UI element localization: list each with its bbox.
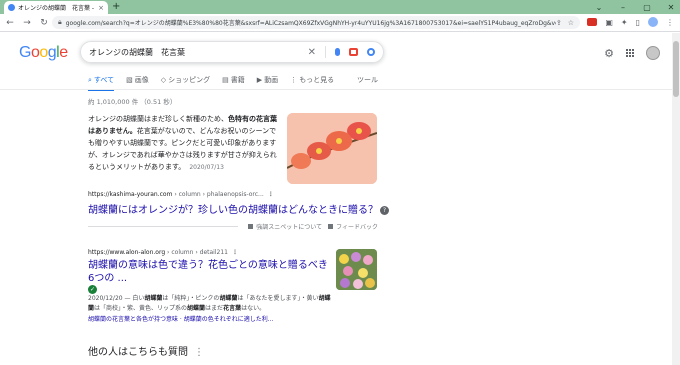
clear-icon[interactable]: ✕ xyxy=(308,47,316,58)
result-description: 2020/12/20 — 白い胡蝶蘭は「純粋」・ピンクの胡蝶蘭は「あなたを愛しま… xyxy=(88,295,331,312)
more-options-icon[interactable]: ⋮ xyxy=(232,249,238,256)
divider xyxy=(325,46,326,58)
scrollbar[interactable] xyxy=(672,33,680,365)
orchid-thumbnail-image[interactable] xyxy=(336,249,377,290)
tab-shopping[interactable]: ◇ ショッピング xyxy=(161,75,210,85)
video-icon: ▶ xyxy=(256,76,263,84)
bookmark-star-icon[interactable]: ☆ xyxy=(568,19,574,27)
window-controls: ⌄ – ▢ ✕ xyxy=(594,0,676,14)
forward-icon[interactable]: → xyxy=(20,18,34,28)
book-icon: ▤ xyxy=(222,76,229,84)
search-tabs: ⌕ すべて ▧ 画像 ◇ ショッピング ▤ 書籍 ▶ 動画 ⋮ もっと見る xyxy=(88,75,334,91)
browser-toolbar: ← → ↻ 🔒︎ google.com/search?q=オレンジの胡蝶蘭%E3… xyxy=(0,14,680,32)
account-avatar[interactable] xyxy=(646,46,660,60)
maximize-button[interactable]: ▢ xyxy=(642,3,652,12)
search-box[interactable]: オレンジの胡蝶蘭 花言葉 ✕ xyxy=(80,41,384,63)
minimize-button[interactable]: – xyxy=(618,3,628,12)
divider xyxy=(0,89,672,90)
share-icon[interactable]: ⇪ xyxy=(556,19,562,27)
people-also-ask-heading: 他の人はこちらも質問 ⋮ xyxy=(88,347,204,358)
scrollbar-thumb[interactable] xyxy=(673,41,679,97)
reload-icon[interactable]: ↻ xyxy=(37,18,51,28)
result-sitelinks[interactable]: 胡蝶蘭の花言葉と各色が持つ意味 · 胡蝶蘭の色それぞれに適した利... xyxy=(88,314,273,323)
chrome-menu-icon[interactable]: ⋮ xyxy=(666,18,674,27)
extension-icon[interactable]: ▣ xyxy=(605,18,613,27)
more-options-icon[interactable]: ⋮ xyxy=(194,347,204,358)
result-url[interactable]: https://www.alon-alon.org › column › det… xyxy=(88,249,238,256)
featured-snippet-text: オレンジの胡蝶蘭はまだ珍しく新種のため、色特有の花言葉はありません。花言葉がない… xyxy=(88,115,277,171)
gear-icon[interactable]: ⚙ xyxy=(604,47,614,60)
snippet-date: 2020/07/13 xyxy=(189,164,224,171)
browser-tab[interactable]: オレンジの胡蝶蘭 花言葉 - Google 検索 × xyxy=(4,1,108,14)
extension-badge-icon[interactable] xyxy=(587,18,598,26)
search-icon: ⌕ xyxy=(88,75,92,84)
orchid-image[interactable] xyxy=(287,113,377,184)
tag-icon: ◇ xyxy=(160,76,167,84)
search-input[interactable]: オレンジの胡蝶蘭 花言葉 xyxy=(89,47,308,58)
tab-all[interactable]: ⌕ すべて xyxy=(88,75,115,91)
tools-button[interactable]: ツール xyxy=(357,75,378,85)
tab-search-icon[interactable]: ⌄ xyxy=(594,3,604,12)
apps-grid-icon[interactable] xyxy=(626,49,634,57)
google-favicon-icon xyxy=(8,4,15,11)
result-stats: 約 1,010,000 件 （0.51 秒） xyxy=(88,98,177,106)
tab-title: オレンジの胡蝶蘭 花言葉 - Google 検索 xyxy=(18,5,96,12)
address-bar[interactable]: 🔒︎ google.com/search?q=オレンジの胡蝶蘭%E3%80%80… xyxy=(52,16,580,29)
header-right: ⚙ xyxy=(604,46,660,60)
microphone-icon[interactable] xyxy=(335,48,340,56)
tab-books[interactable]: ▤ 書籍 xyxy=(222,75,245,85)
back-icon[interactable]: ← xyxy=(3,18,17,28)
omnibox-icons: ⇪ ☆ xyxy=(556,19,574,27)
info-icon xyxy=(248,223,254,229)
camera-lens-icon[interactable] xyxy=(349,48,358,56)
search-box-icons: ✕ xyxy=(308,46,375,58)
google-logo[interactable]: Google xyxy=(19,44,68,62)
sidepanel-icon[interactable]: ▯ xyxy=(636,18,640,27)
image-icon: ▧ xyxy=(126,76,133,84)
feedback-link[interactable]: フィードバック xyxy=(328,221,378,231)
search-icon[interactable] xyxy=(367,48,375,56)
more-icon: ⋮ xyxy=(290,76,298,84)
tab-images[interactable]: ▧ 画像 xyxy=(126,75,149,85)
profile-avatar-icon[interactable] xyxy=(648,17,658,27)
help-icon[interactable]: ? xyxy=(380,205,389,215)
url-text[interactable]: google.com/search?q=オレンジの胡蝶蘭%E3%80%80花言葉… xyxy=(66,18,556,27)
puzzle-icon[interactable]: ✦ xyxy=(621,18,628,27)
tab-videos[interactable]: ▶ 動画 xyxy=(257,75,278,85)
snippet-footer: 強調スニペットについて フィードバック xyxy=(88,221,378,231)
tab-strip: オレンジの胡蝶蘭 花言葉 - Google 検索 × + ⌄ – ▢ ✕ xyxy=(0,0,680,14)
divider xyxy=(88,226,238,227)
result-title-link[interactable]: 胡蝶蘭の意味は色で違う？花色ごとの意味と贈るべき6つの ... xyxy=(88,259,328,285)
extension-icons: ▣ ✦ ▯ ⋮ xyxy=(587,17,674,27)
tab-more[interactable]: ⋮ もっと見る xyxy=(290,75,334,85)
new-tab-button[interactable]: + xyxy=(112,1,120,13)
more-options-icon[interactable]: ⋮ xyxy=(268,191,274,198)
lock-icon[interactable]: 🔒︎ xyxy=(58,18,62,27)
close-window-button[interactable]: ✕ xyxy=(666,3,676,12)
feedback-icon xyxy=(328,223,334,229)
tab-close-icon[interactable]: × xyxy=(98,4,104,12)
about-featured-snippets-link[interactable]: 強調スニペットについて xyxy=(248,221,323,231)
result-url[interactable]: https://kashima-youran.com › column › ph… xyxy=(88,191,274,198)
result-title-link[interactable]: 胡蝶蘭にはオレンジが？珍しい色の胡蝶蘭はどんなときに贈る？? xyxy=(88,201,389,216)
verified-check-icon: ✓ xyxy=(88,285,97,294)
